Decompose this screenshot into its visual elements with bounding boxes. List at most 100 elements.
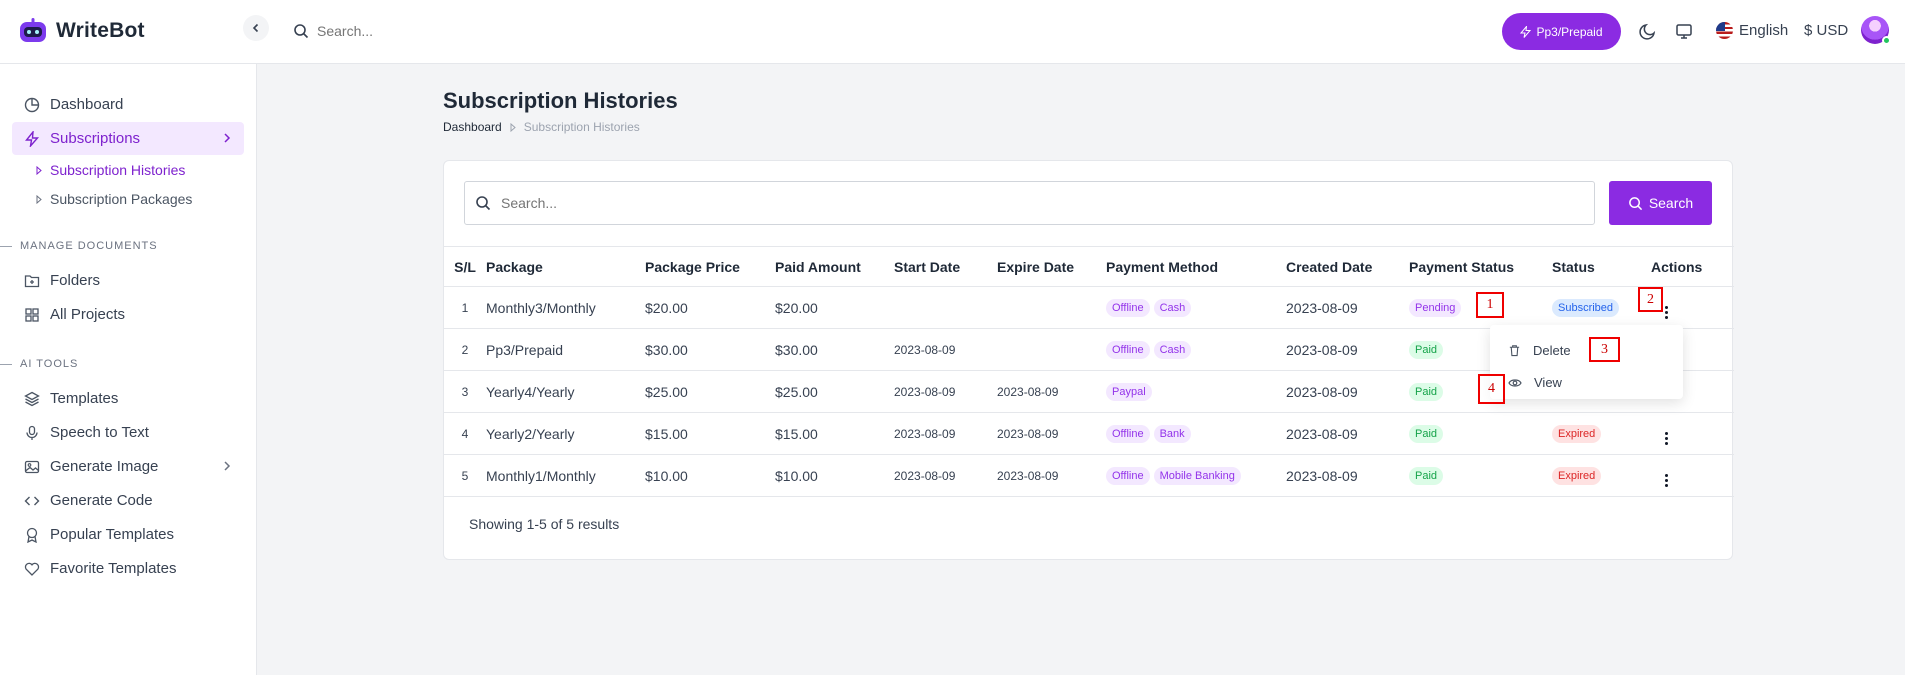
status-badge: Expired [1552,467,1602,485]
sidebar-item-all-projects[interactable]: All Projects [12,298,244,331]
more-actions-icon[interactable] [1661,432,1671,445]
cell-created: 2023-08-09 [1286,454,1409,497]
cell-actions [1651,286,1734,329]
chevron-right-icon [224,461,231,471]
cell-price: $30.00 [645,328,775,371]
page-title: Subscription Histories [443,88,678,113]
currency-selector[interactable]: $ USD [1804,22,1848,39]
cell-price: $25.00 [645,370,775,413]
method-badge: Mobile Banking [1153,467,1241,485]
cell-payment-method: Offline Bank [1106,412,1286,455]
dark-mode-toggle[interactable] [1638,21,1658,41]
screen-toggle[interactable] [1674,21,1694,41]
moon-icon [1639,23,1656,40]
award-icon [26,527,38,543]
payment-status-badge: Pending [1409,299,1462,317]
cell-status: Expired [1552,412,1651,455]
section-ai-tools: AI TOOLS [0,358,78,370]
col-expire-date: Expire Date [997,246,1106,287]
delete-label: Delete [1533,343,1571,358]
sidebar-subitem-label: Subscription Histories [50,162,186,178]
cell-start: 2023-08-09 [894,454,997,497]
cell-created: 2023-08-09 [1286,328,1409,371]
cell-package: Monthly1/Monthly [486,454,645,497]
method-badge: Cash [1153,299,1192,317]
caret-right-icon [36,194,42,204]
cell-paid: $10.00 [775,454,894,497]
view-menu-item[interactable]: View [1508,375,1562,390]
annotation-mark-1: 1 [1476,292,1504,318]
sidebar-subitem-subscription-packages[interactable]: Subscription Packages [36,191,192,207]
breadcrumb-dashboard-link[interactable]: Dashboard [443,120,502,134]
header-search-input[interactable] [317,23,617,39]
table-header-row: S/L Package Package Price Paid Amount St… [444,246,1734,287]
cell-package: Pp3/Prepaid [486,328,645,371]
sidebar-item-label: Speech to Text [50,424,149,441]
chevron-left-icon [252,23,259,33]
cell-package: Yearly4/Yearly [486,370,645,413]
sidebar-item-folders[interactable]: Folders [12,264,244,297]
search-button[interactable]: Search [1609,181,1712,225]
sidebar-subitem-label: Subscription Packages [50,191,193,207]
caret-right-icon [36,165,42,175]
sidebar-item-label: Subscriptions [50,130,141,147]
table-row: 5 Monthly1/Monthly $10.00 $10.00 2023-08… [444,454,1734,497]
sidebar-item-templates[interactable]: Templates [12,382,244,415]
grid-icon [25,307,39,322]
col-payment-status: Payment Status [1409,246,1552,287]
payment-status-badge: Paid [1409,425,1444,443]
sidebar-item-label: All Projects [50,306,126,323]
cell-price: $10.00 [645,454,775,497]
app-name: WriteBot [56,19,145,42]
annotation-mark-3: 3 [1589,337,1620,362]
method-badge: Offline [1106,467,1150,485]
sidebar-item-dashboard[interactable]: Dashboard [12,88,244,121]
sidebar-item-generate-image[interactable]: Generate Image [12,450,244,483]
header-search[interactable] [293,18,673,44]
sidebar-item-speech-to-text[interactable]: Speech to Text [12,416,244,449]
col-created-date: Created Date [1286,246,1409,287]
cell-expire: 2023-08-09 [997,370,1106,413]
method-badge: Bank [1153,425,1191,443]
search-icon [1628,196,1642,210]
brand[interactable]: WriteBot [18,16,145,46]
lightning-icon [25,130,40,147]
cell-sl: 5 [444,454,486,497]
section-label: MANAGE DOCUMENTS [20,240,158,252]
col-payment-method: Payment Method [1106,246,1286,287]
language-label: English [1739,22,1789,39]
cell-sl: 4 [444,412,486,455]
sidebar-item-favorite-templates[interactable]: Favorite Templates [12,552,244,585]
cell-expire: 2023-08-09 [997,412,1106,455]
sidebar-item-label: Generate Code [50,492,153,509]
user-avatar[interactable] [1861,16,1891,45]
sidebar-item-label: Dashboard [50,96,124,113]
table-search-input[interactable] [501,195,1401,211]
pagination-summary: Showing 1-5 of 5 results [469,516,620,532]
sidebar-item-generate-code[interactable]: Generate Code [12,484,244,517]
cell-paid: $30.00 [775,328,894,371]
layers-icon [24,391,40,406]
cell-price: $20.00 [645,286,775,329]
delete-menu-item[interactable]: Delete [1508,343,1571,358]
sidebar-item-subscriptions[interactable]: Subscriptions [12,122,244,155]
microphone-icon [26,425,38,440]
table-search[interactable] [464,181,1595,225]
section-manage-documents: MANAGE DOCUMENTS [0,240,158,252]
cell-package: Monthly3/Monthly [486,286,645,329]
language-selector[interactable]: English [1716,22,1788,39]
cell-created: 2023-08-09 [1286,370,1409,413]
status-badge: Expired [1552,425,1602,443]
sidebar-collapse-button[interactable] [243,15,269,41]
monitor-icon [1676,24,1692,39]
more-actions-icon[interactable] [1661,474,1671,487]
col-status: Status [1552,246,1651,287]
cell-created: 2023-08-09 [1286,412,1409,455]
payment-status-badge: Paid [1409,341,1444,359]
sidebar-item-popular-templates[interactable]: Popular Templates [12,518,244,551]
table-row: 1 Monthly3/Monthly $20.00 $20.00 Offline… [444,286,1734,329]
current-plan-button[interactable]: Pp3/Prepaid [1502,13,1621,50]
folder-plus-icon [24,274,40,287]
breadcrumb-current: Subscription Histories [523,120,640,134]
sidebar-subitem-subscription-histories[interactable]: Subscription Histories [36,162,185,178]
